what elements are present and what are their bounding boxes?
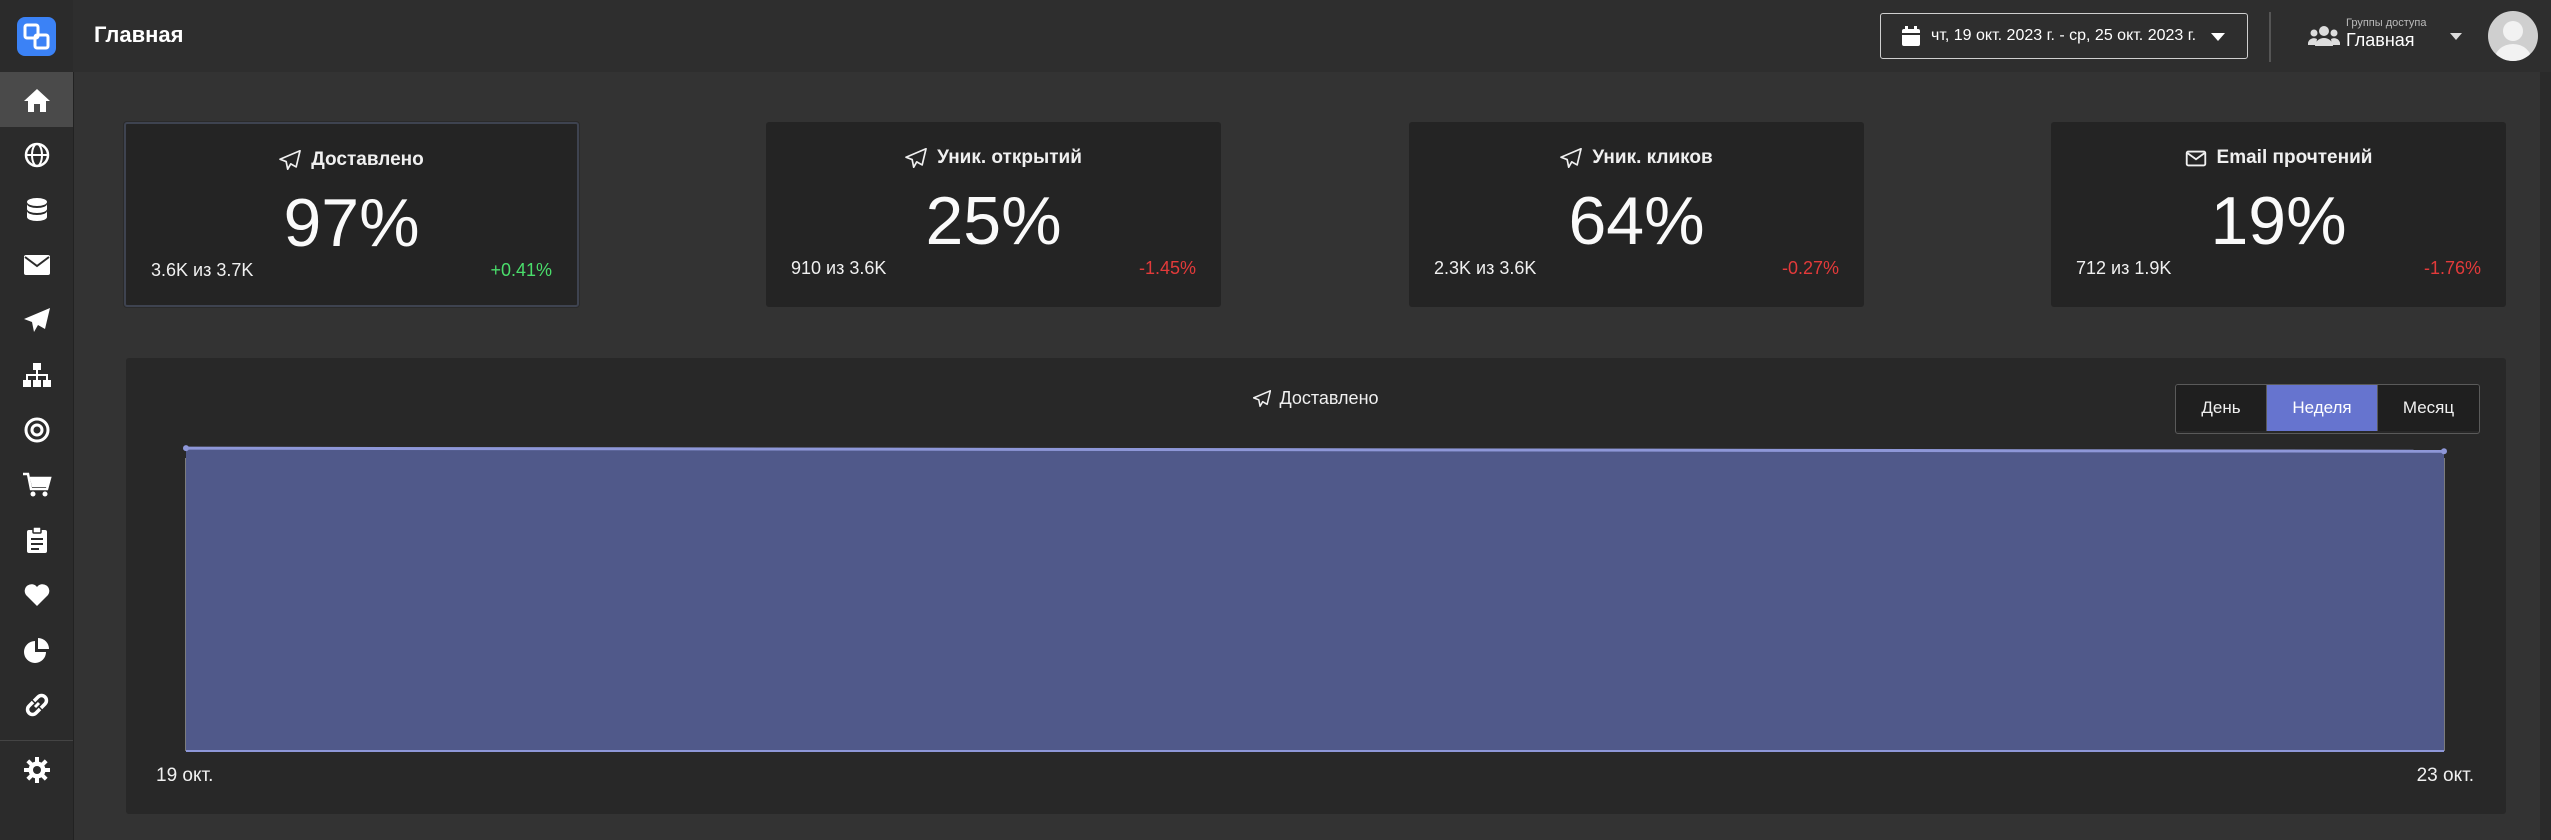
avatar[interactable] bbox=[2488, 11, 2538, 61]
card-value: 64% bbox=[1568, 183, 1705, 259]
gear-icon bbox=[23, 756, 50, 783]
card-title: Уник. кликов bbox=[1592, 147, 1713, 168]
sidebar-item-database[interactable] bbox=[0, 182, 73, 237]
sidebar-item-settings[interactable] bbox=[0, 742, 73, 797]
sidebar-item-tasks[interactable] bbox=[0, 512, 73, 567]
sidebar-item-home[interactable] bbox=[0, 72, 73, 127]
paper-plane-icon bbox=[23, 307, 50, 332]
card-delta: -0.27% bbox=[1781, 258, 1839, 278]
x-tick-label: 19 окт. bbox=[156, 765, 213, 786]
delivered-area-chart: 19 окт. 23 окт. bbox=[156, 445, 2474, 786]
card-title: Уник. открытий bbox=[937, 147, 1082, 168]
card-subtext: 910 из 3.6K bbox=[791, 258, 887, 278]
card-title: Доставлено bbox=[311, 149, 424, 170]
sidebar-item-structure[interactable] bbox=[0, 347, 73, 402]
sidebar-divider bbox=[0, 740, 73, 741]
heart-icon bbox=[24, 583, 49, 606]
card-title: Email прочтений bbox=[2216, 147, 2373, 168]
date-range-picker[interactable]: чт, 19 окт. 2023 г. - ср, 25 окт. 2023 г… bbox=[1880, 13, 2248, 59]
card-subtext: 712 из 1.9K bbox=[2076, 258, 2172, 278]
database-icon bbox=[26, 197, 47, 221]
access-group-value: Главная bbox=[2346, 30, 2415, 50]
sidebar-item-mail[interactable] bbox=[0, 237, 73, 292]
kpi-card-unique-clicks[interactable]: Уник. кликов 64% 2.3K из 3.6K -0.27% bbox=[1409, 122, 1864, 307]
kpi-card-delivered[interactable]: Доставлено 97% 3.6K из 3.7K +0.41% bbox=[124, 122, 579, 307]
sitemap-icon bbox=[22, 362, 51, 387]
sidebar-item-cart[interactable] bbox=[0, 457, 73, 512]
chart-panel: Доставлено День Неделя Месяц 19 окт. 23 о… bbox=[126, 358, 2506, 814]
card-subtext: 3.6K из 3.7K bbox=[151, 260, 254, 280]
card-value: 19% bbox=[2210, 183, 2347, 259]
calendar-icon bbox=[1902, 26, 1920, 46]
sidebar bbox=[0, 0, 74, 840]
sidebar-item-globe[interactable] bbox=[0, 127, 73, 182]
access-group-select[interactable]: Группы доступа Главная bbox=[2308, 16, 2468, 56]
access-group-label: Группы доступа bbox=[2346, 17, 2427, 29]
globe-icon bbox=[24, 142, 49, 167]
card-subtext: 2.3K из 3.6K bbox=[1434, 258, 1537, 278]
sidebar-item-reports[interactable] bbox=[0, 622, 73, 677]
paper-plane-icon bbox=[1560, 148, 1583, 168]
card-delta: +0.41% bbox=[490, 260, 552, 280]
scrollbar-track[interactable] bbox=[2540, 72, 2551, 840]
sidebar-item-links[interactable] bbox=[0, 677, 73, 732]
kpi-card-email-reads[interactable]: Email прочтений 19% 712 из 1.9K -1.76% bbox=[2051, 122, 2506, 307]
chevron-down-icon bbox=[2450, 33, 2462, 40]
envelope-icon bbox=[23, 254, 50, 275]
paper-plane-icon bbox=[279, 150, 302, 170]
date-range-text: чт, 19 окт. 2023 г. - ср, 25 окт. 2023 г… bbox=[1931, 27, 2197, 44]
header-divider bbox=[2269, 12, 2271, 62]
clipboard-icon bbox=[26, 525, 47, 553]
pie-chart-icon bbox=[23, 637, 49, 663]
paper-plane-icon bbox=[905, 148, 927, 168]
home-icon bbox=[23, 88, 50, 112]
card-value: 25% bbox=[925, 183, 1062, 259]
card-delta: -1.45% bbox=[1138, 258, 1196, 278]
users-icon bbox=[2308, 26, 2340, 46]
series-area bbox=[186, 448, 2444, 751]
sidebar-item-send[interactable] bbox=[0, 292, 73, 347]
data-point bbox=[183, 445, 189, 452]
chevron-down-icon bbox=[2211, 33, 2225, 41]
page-title: Главная bbox=[94, 22, 184, 47]
x-tick-label: 23 окт. bbox=[2417, 765, 2474, 786]
envelope-icon bbox=[2185, 150, 2206, 166]
link-icon bbox=[25, 693, 48, 716]
card-delta: -1.76% bbox=[2423, 258, 2481, 278]
sidebar-item-favorites[interactable] bbox=[0, 567, 73, 622]
sidebar-item-target[interactable] bbox=[0, 402, 73, 457]
cart-icon bbox=[22, 472, 52, 496]
target-icon bbox=[24, 417, 49, 442]
card-value: 97% bbox=[283, 185, 420, 261]
data-point bbox=[2441, 448, 2447, 455]
kpi-card-unique-opens[interactable]: Уник. открытий 25% 910 из 3.6K -1.45% bbox=[766, 122, 1221, 307]
app-logo[interactable] bbox=[17, 17, 56, 56]
